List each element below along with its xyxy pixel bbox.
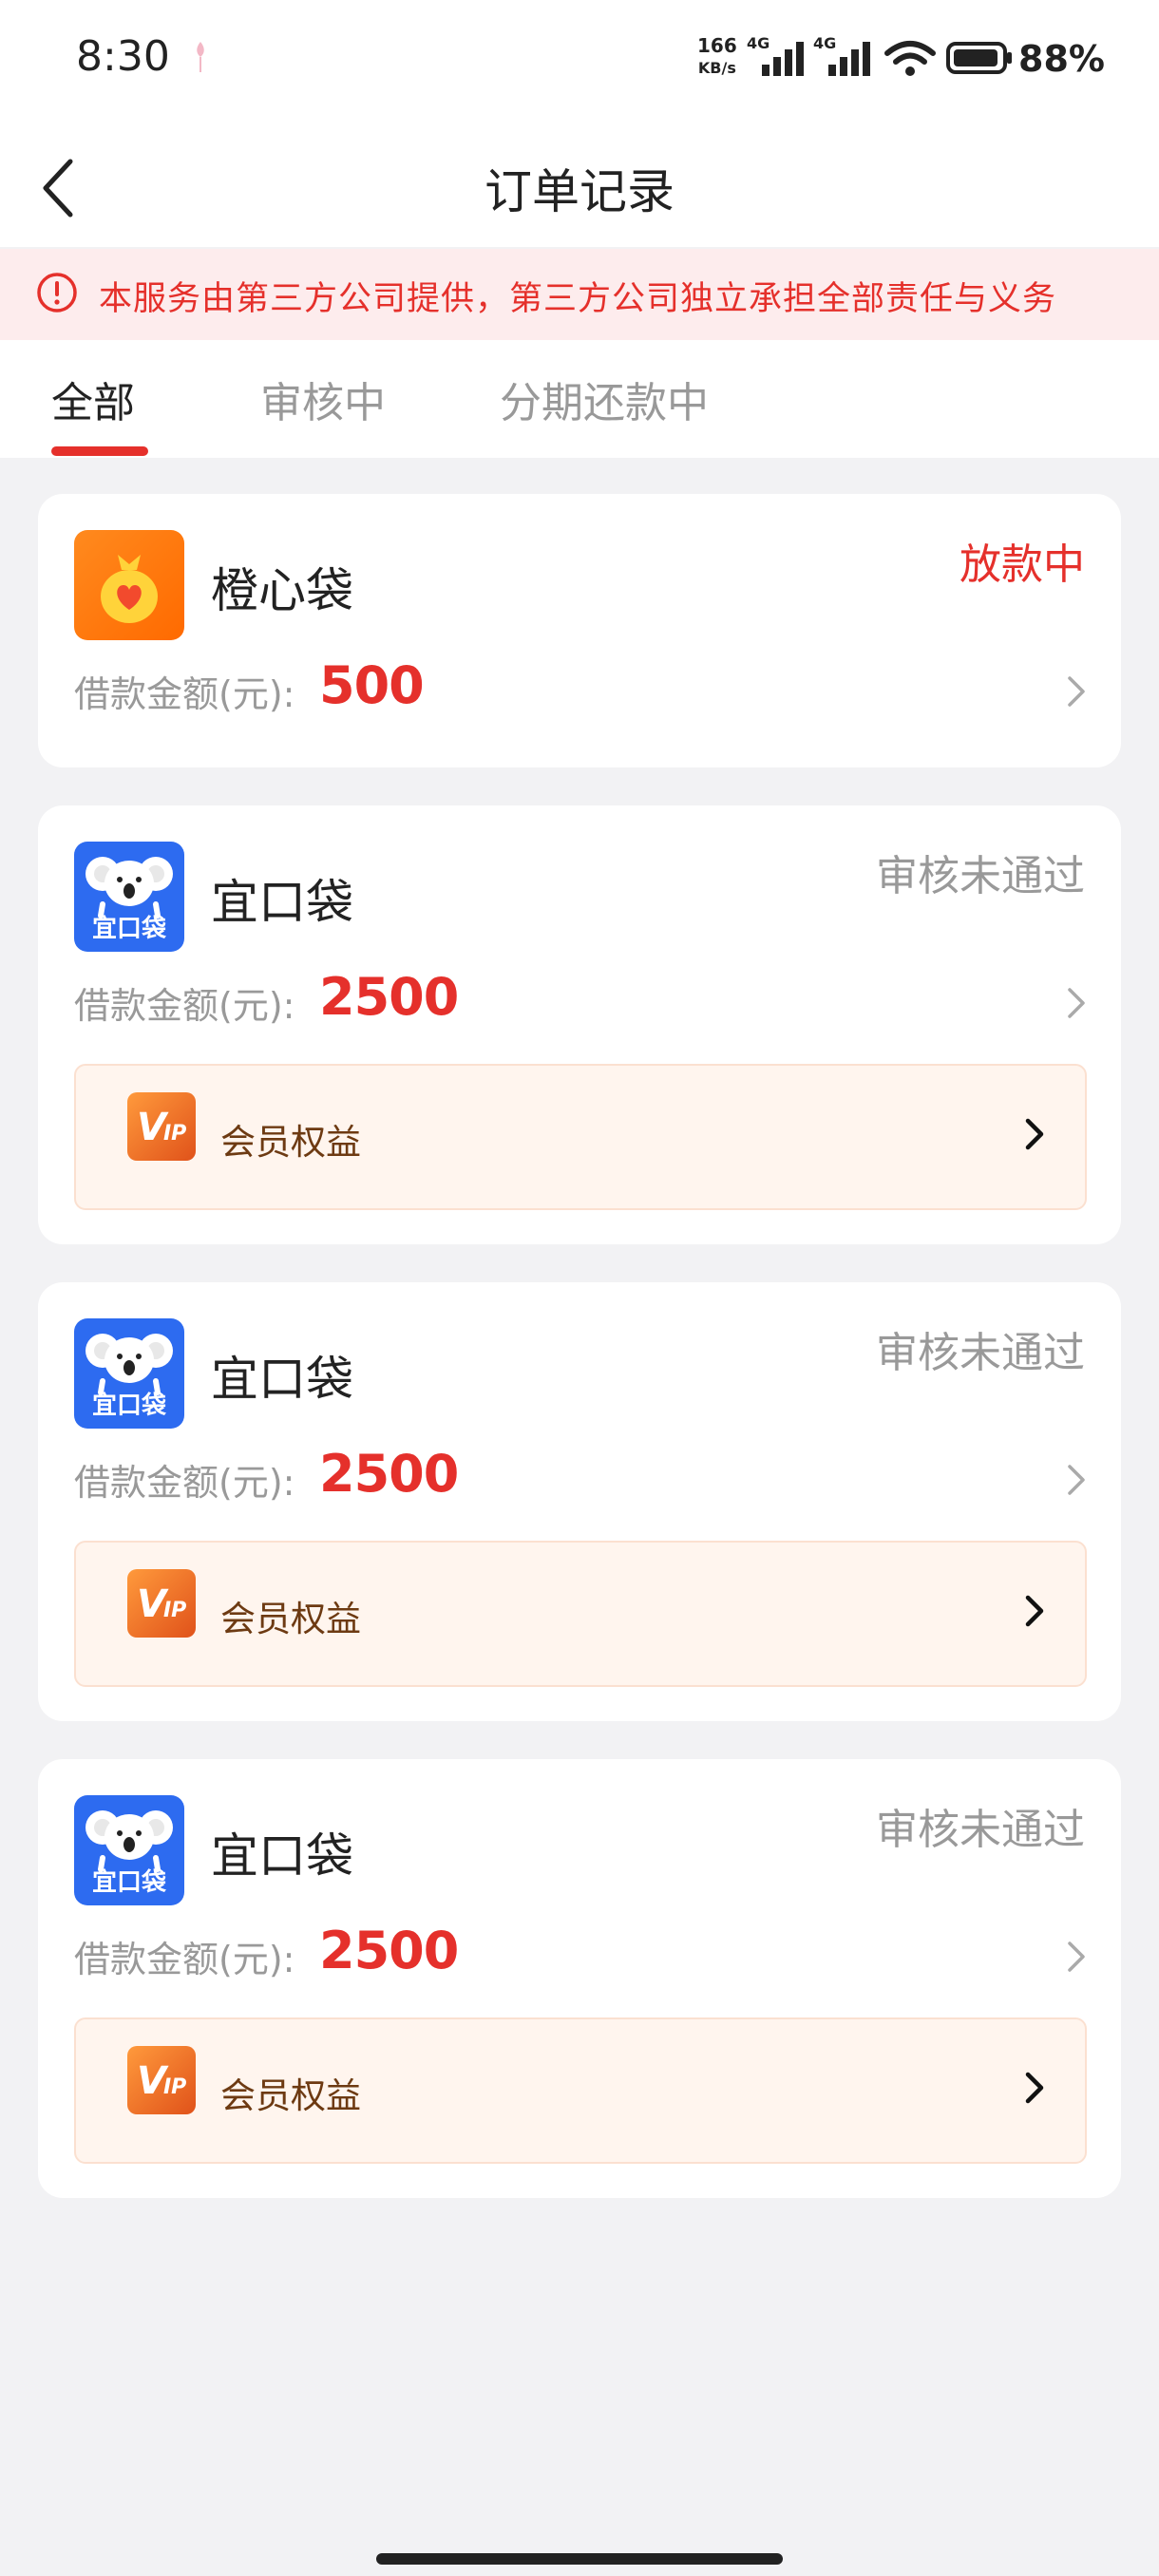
chevron-right-icon [1025, 2072, 1044, 2104]
vip-badge-icon: V IP [127, 2046, 196, 2114]
logo-text: 宜口袋 [92, 1867, 167, 1897]
member-benefits-label: 会员权益 [220, 2075, 361, 2116]
order-card[interactable]: 橙心袋 放款中 借款金额(元): 500 [38, 494, 1121, 767]
vip-badge-icon: V IP [127, 1092, 196, 1161]
loan-amount-label: 借款金额(元): [74, 985, 295, 1027]
member-benefits-label: 会员权益 [220, 1599, 361, 1639]
vip-badge-icon: V IP [127, 1569, 196, 1638]
order-card[interactable]: 宜口袋 宜口袋 审核未通过 借款金额(元): 2500 V IP 会员权益 [38, 805, 1121, 1244]
loan-amount-label: 借款金额(元): [74, 1462, 295, 1504]
tab-all[interactable]: 全部 [51, 369, 135, 429]
order-product-name: 宜口袋 [211, 875, 353, 930]
loan-amount-value: 2500 [319, 1444, 459, 1504]
member-benefits-button[interactable]: V IP 会员权益 [74, 1541, 1087, 1687]
order-status-badge: 审核未通过 [876, 852, 1085, 900]
chevron-right-icon [1068, 676, 1085, 707]
app-header: 订单记录 [0, 123, 1159, 247]
network-speed: 166 KB/s [697, 34, 737, 77]
tab-under-review[interactable]: 审核中 [260, 369, 386, 429]
tab-bar: 全部 审核中 分期还款中 [0, 340, 1159, 458]
order-product-name: 宜口袋 [211, 1828, 353, 1884]
order-status-badge: 审核未通过 [876, 1806, 1085, 1854]
chevron-right-icon [1068, 1465, 1085, 1495]
chevron-right-icon [1025, 1595, 1044, 1627]
svg-text:IP: IP [163, 2075, 186, 2099]
svg-text:IP: IP [163, 1122, 186, 1146]
tab-active-indicator [51, 446, 148, 456]
chevron-right-icon [1068, 1941, 1085, 1972]
status-bar: 8:30 166 KB/s 4G 4G 88% [0, 0, 1159, 123]
chevron-right-icon [1025, 1118, 1044, 1150]
loan-amount-label: 借款金额(元): [74, 673, 295, 715]
koala-logo-icon: 宜口袋 [74, 1318, 184, 1429]
alert-circle-icon [37, 273, 77, 313]
home-indicator[interactable] [376, 2553, 783, 2565]
notice-text: 本服务由第三方公司提供，第三方公司独立承担全部责任与义务 [99, 280, 1057, 318]
member-benefits-button[interactable]: V IP 会员权益 [74, 1064, 1087, 1210]
order-status-badge: 放款中 [960, 540, 1085, 589]
logo-text: 宜口袋 [92, 1391, 167, 1420]
order-product-name: 宜口袋 [211, 1352, 353, 1407]
order-product-name: 橙心袋 [211, 563, 353, 618]
battery-icon [946, 42, 1012, 74]
money-bag-heart-icon [74, 530, 184, 640]
notification-app-icon [197, 42, 204, 72]
member-benefits-label: 会员权益 [220, 1122, 361, 1163]
koala-logo-icon: 宜口袋 [74, 842, 184, 952]
notice-banner: 本服务由第三方公司提供，第三方公司独立承担全部责任与义务 [0, 249, 1159, 340]
loan-amount-label: 借款金额(元): [74, 1939, 295, 1980]
koala-logo-icon: 宜口袋 [74, 1795, 184, 1905]
order-status-badge: 审核未通过 [876, 1329, 1085, 1377]
chevron-right-icon [1068, 988, 1085, 1018]
loan-amount-value: 500 [319, 655, 425, 715]
signal-icon-1 [762, 42, 804, 76]
battery-percent: 88% [1018, 38, 1105, 80]
loan-amount-value: 2500 [319, 967, 459, 1027]
member-benefits-button[interactable]: V IP 会员权益 [74, 2017, 1087, 2164]
wifi-icon [884, 41, 936, 76]
tab-installment-repaying[interactable]: 分期还款中 [500, 369, 709, 429]
page-title: 订单记录 [484, 164, 674, 219]
order-card[interactable]: 宜口袋 宜口袋 审核未通过 借款金额(元): 2500 V IP 会员权益 [38, 1282, 1121, 1721]
status-time: 8:30 [76, 32, 170, 81]
signal-icon-2 [828, 42, 870, 76]
loan-amount-value: 2500 [319, 1921, 459, 1980]
order-card[interactable]: 宜口袋 宜口袋 审核未通过 借款金额(元): 2500 V IP 会员权益 [38, 1759, 1121, 2198]
logo-text: 宜口袋 [92, 914, 167, 943]
svg-text:IP: IP [163, 1599, 186, 1622]
